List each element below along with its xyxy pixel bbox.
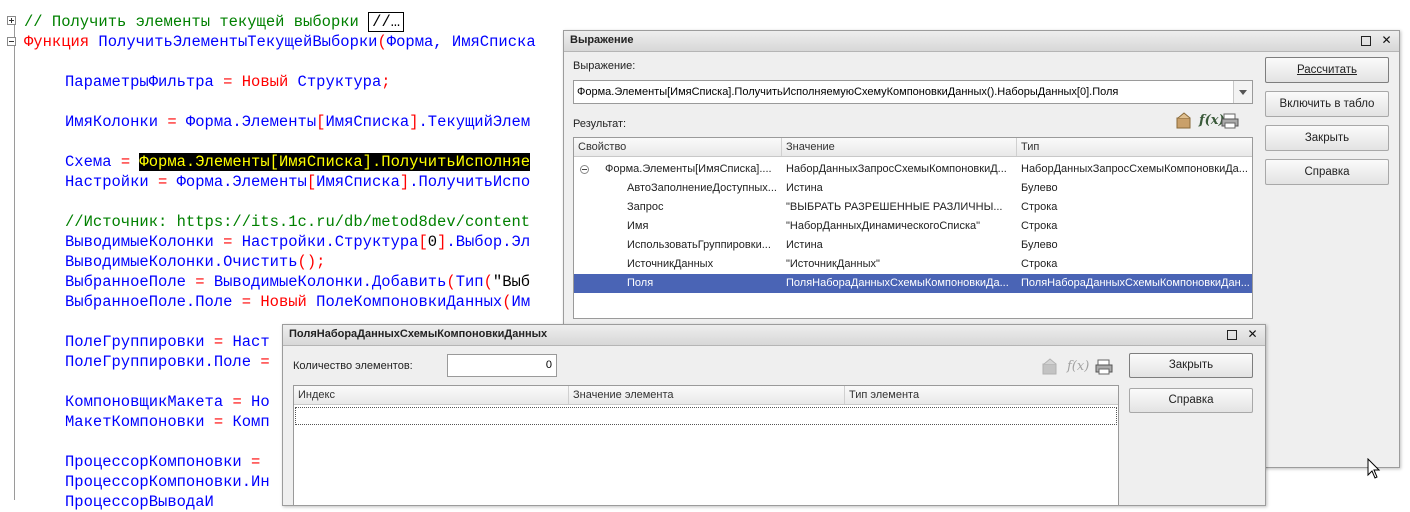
- fold-collapse-icon[interactable]: [7, 37, 16, 46]
- expression-input[interactable]: Форма.Элементы[ИмяСписка].ПолучитьИсполн…: [573, 80, 1253, 104]
- cell-value: "НаборДанныхДинамическогоСписка": [786, 220, 981, 232]
- window-title: ПоляНабораДанныхСхемыКомпоновкиДанных: [289, 328, 548, 340]
- cell-value: Истина: [786, 239, 823, 251]
- column-header[interactable]: Значение: [782, 138, 1017, 156]
- expression-value: Форма.Элементы[ИмяСписка].ПолучитьИсполн…: [577, 86, 1119, 98]
- calculate-button[interactable]: Рассчитать: [1265, 57, 1389, 83]
- help-button[interactable]: Справка: [1265, 159, 1389, 185]
- column-header[interactable]: Тип: [1017, 138, 1252, 156]
- result-row[interactable]: АвтоЗаполнениеДоступных... Истина Булево: [574, 179, 1252, 198]
- expression-window-titlebar[interactable]: Выражение ✕: [564, 31, 1399, 52]
- fields-window-titlebar[interactable]: ПоляНабораДанныхСхемыКомпоновкиДанных ✕: [283, 325, 1265, 346]
- count-label: Количество элементов:: [293, 360, 413, 372]
- result-grid-header: Свойство Значение Тип: [574, 138, 1252, 157]
- result-row[interactable]: Форма.Элементы[ИмяСписка].... НаборДанны…: [574, 160, 1252, 179]
- code-line: ПроцессорВыводаИ: [65, 493, 214, 511]
- code-line: ВыводимыеКолонки = Настройки.Структура[0…: [65, 233, 531, 251]
- cell-value: "ИсточникДанных": [786, 258, 880, 270]
- function-icon: f(x): [1067, 359, 1090, 374]
- cell-value: ПоляНабораДанныхСхемыКомпоновкиДа...: [786, 277, 1009, 289]
- window-title: Выражение: [570, 34, 634, 46]
- help-button[interactable]: Справка: [1129, 388, 1253, 413]
- code-line: ПараметрыФильтра = Новый Структура;: [65, 73, 391, 91]
- result-row[interactable]: ИспользоватьГруппировки... Истина Булево: [574, 236, 1252, 255]
- dropdown-button[interactable]: [1233, 81, 1252, 103]
- cell-property: Запрос: [627, 201, 664, 213]
- code-line: ПолеГруппировки = Наст: [65, 333, 270, 351]
- add-to-watch-button[interactable]: Включить в табло: [1265, 91, 1389, 117]
- empty-row[interactable]: [295, 407, 1117, 425]
- cell-value: Истина: [786, 182, 823, 194]
- code-line: //Источник: https://its.1c.ru/db/metod8d…: [65, 213, 531, 231]
- result-row-selected[interactable]: Поля ПоляНабораДанныхСхемыКомпоновкиДа..…: [574, 274, 1252, 293]
- cell-value: "ВЫБРАТЬ РАЗРЕШЕННЫЕ РАЗЛИЧНЫ...: [786, 201, 1003, 213]
- cell-value: НаборДанныхЗапросСхемыКомпоновкиД...: [786, 163, 1007, 175]
- collapse-icon[interactable]: [580, 165, 589, 174]
- close-window-button[interactable]: ✕: [1380, 34, 1393, 47]
- result-label: Результат:: [573, 118, 627, 130]
- fold-expand-icon[interactable]: [7, 16, 16, 25]
- edit-icon[interactable]: [1175, 112, 1193, 130]
- fields-grid-header: Индекс Значение элемента Тип элемента: [294, 386, 1118, 405]
- cell-type: Булево: [1021, 239, 1058, 251]
- maximize-button[interactable]: [1227, 330, 1237, 340]
- fields-grid[interactable]: Индекс Значение элемента Тип элемента: [293, 385, 1119, 505]
- cell-property: Форма.Элементы[ИмяСписка]....: [605, 163, 772, 175]
- cell-type: ПоляНабораДанныхСхемыКомпоновкиДан...: [1021, 277, 1250, 289]
- count-field[interactable]: 0: [447, 354, 557, 377]
- code-line: ПолеГруппировки.Поле =: [65, 353, 279, 371]
- close-window-button[interactable]: ✕: [1246, 328, 1259, 341]
- result-row[interactable]: Имя "НаборДанныхДинамическогоСписка" Стр…: [574, 217, 1252, 236]
- result-grid[interactable]: Свойство Значение Тип Форма.Элементы[Имя…: [573, 137, 1253, 319]
- code-line: Функция ПолучитьЭлементыТекущейВыборки(Ф…: [24, 33, 536, 51]
- code-line: Настройки = Форма.Элементы[ИмяСписка].По…: [65, 173, 531, 191]
- code-line: ВыводимыеКолонки.Очистить();: [65, 253, 326, 271]
- code-line: МакетКомпоновки = Комп: [65, 413, 270, 431]
- code-line: ВыбранноеПоле = ВыводимыеКолонки.Добавит…: [65, 273, 531, 291]
- close-button[interactable]: Закрыть: [1265, 125, 1389, 151]
- code-line: Схема = Форма.Элементы[ИмяСписка].Получи…: [65, 153, 531, 171]
- cell-type: Строка: [1021, 220, 1058, 232]
- code-line: ПроцессорКомпоновки.Ин: [65, 473, 270, 491]
- close-button[interactable]: Закрыть: [1129, 353, 1253, 378]
- chevron-down-icon: [1239, 90, 1247, 95]
- column-header[interactable]: Значение элемента: [569, 386, 845, 404]
- cell-type: Строка: [1021, 201, 1058, 213]
- print-icon[interactable]: [1095, 358, 1113, 376]
- code-line: КомпоновщикМакета = Но: [65, 393, 270, 411]
- cell-type: НаборДанныхЗапросСхемыКомпоновкиДа...: [1021, 163, 1248, 175]
- result-row[interactable]: Запрос "ВЫБРАТЬ РАЗРЕШЕННЫЕ РАЗЛИЧНЫ... …: [574, 198, 1252, 217]
- column-header[interactable]: Индекс: [294, 386, 569, 404]
- cell-property: АвтоЗаполнениеДоступных...: [627, 182, 777, 194]
- edit-icon: [1041, 358, 1059, 376]
- cell-property: Имя: [627, 220, 649, 232]
- result-row[interactable]: ИсточникДанных "ИсточникДанных" Строка: [574, 255, 1252, 274]
- cell-property: Поля: [627, 277, 654, 289]
- cell-type: Строка: [1021, 258, 1058, 270]
- code-line: ПроцессорКомпоновки =: [65, 453, 270, 471]
- code-line: ИмяКолонки = Форма.Элементы[ИмяСписка].Т…: [65, 113, 531, 131]
- column-header[interactable]: Тип элемента: [845, 386, 1118, 404]
- fields-window: ПоляНабораДанныхСхемыКомпоновкиДанных ✕ …: [282, 324, 1266, 506]
- mouse-cursor-icon: [1367, 458, 1381, 479]
- print-icon[interactable]: [1221, 112, 1239, 130]
- code-line: ВыбранноеПоле.Поле = Новый ПолеКомпоновк…: [65, 293, 531, 311]
- code-line: // Получить элементы текущей выборки //…: [24, 12, 405, 32]
- column-header[interactable]: Свойство: [574, 138, 782, 156]
- count-value: 0: [545, 359, 552, 371]
- cell-property: ИспользоватьГруппировки...: [627, 239, 771, 251]
- fold-gutter: [14, 20, 15, 500]
- maximize-button[interactable]: [1361, 36, 1371, 46]
- expression-label: Выражение:: [573, 60, 636, 72]
- function-icon[interactable]: f(x): [1199, 112, 1225, 130]
- cell-type: Булево: [1021, 182, 1058, 194]
- cell-property: ИсточникДанных: [627, 258, 714, 270]
